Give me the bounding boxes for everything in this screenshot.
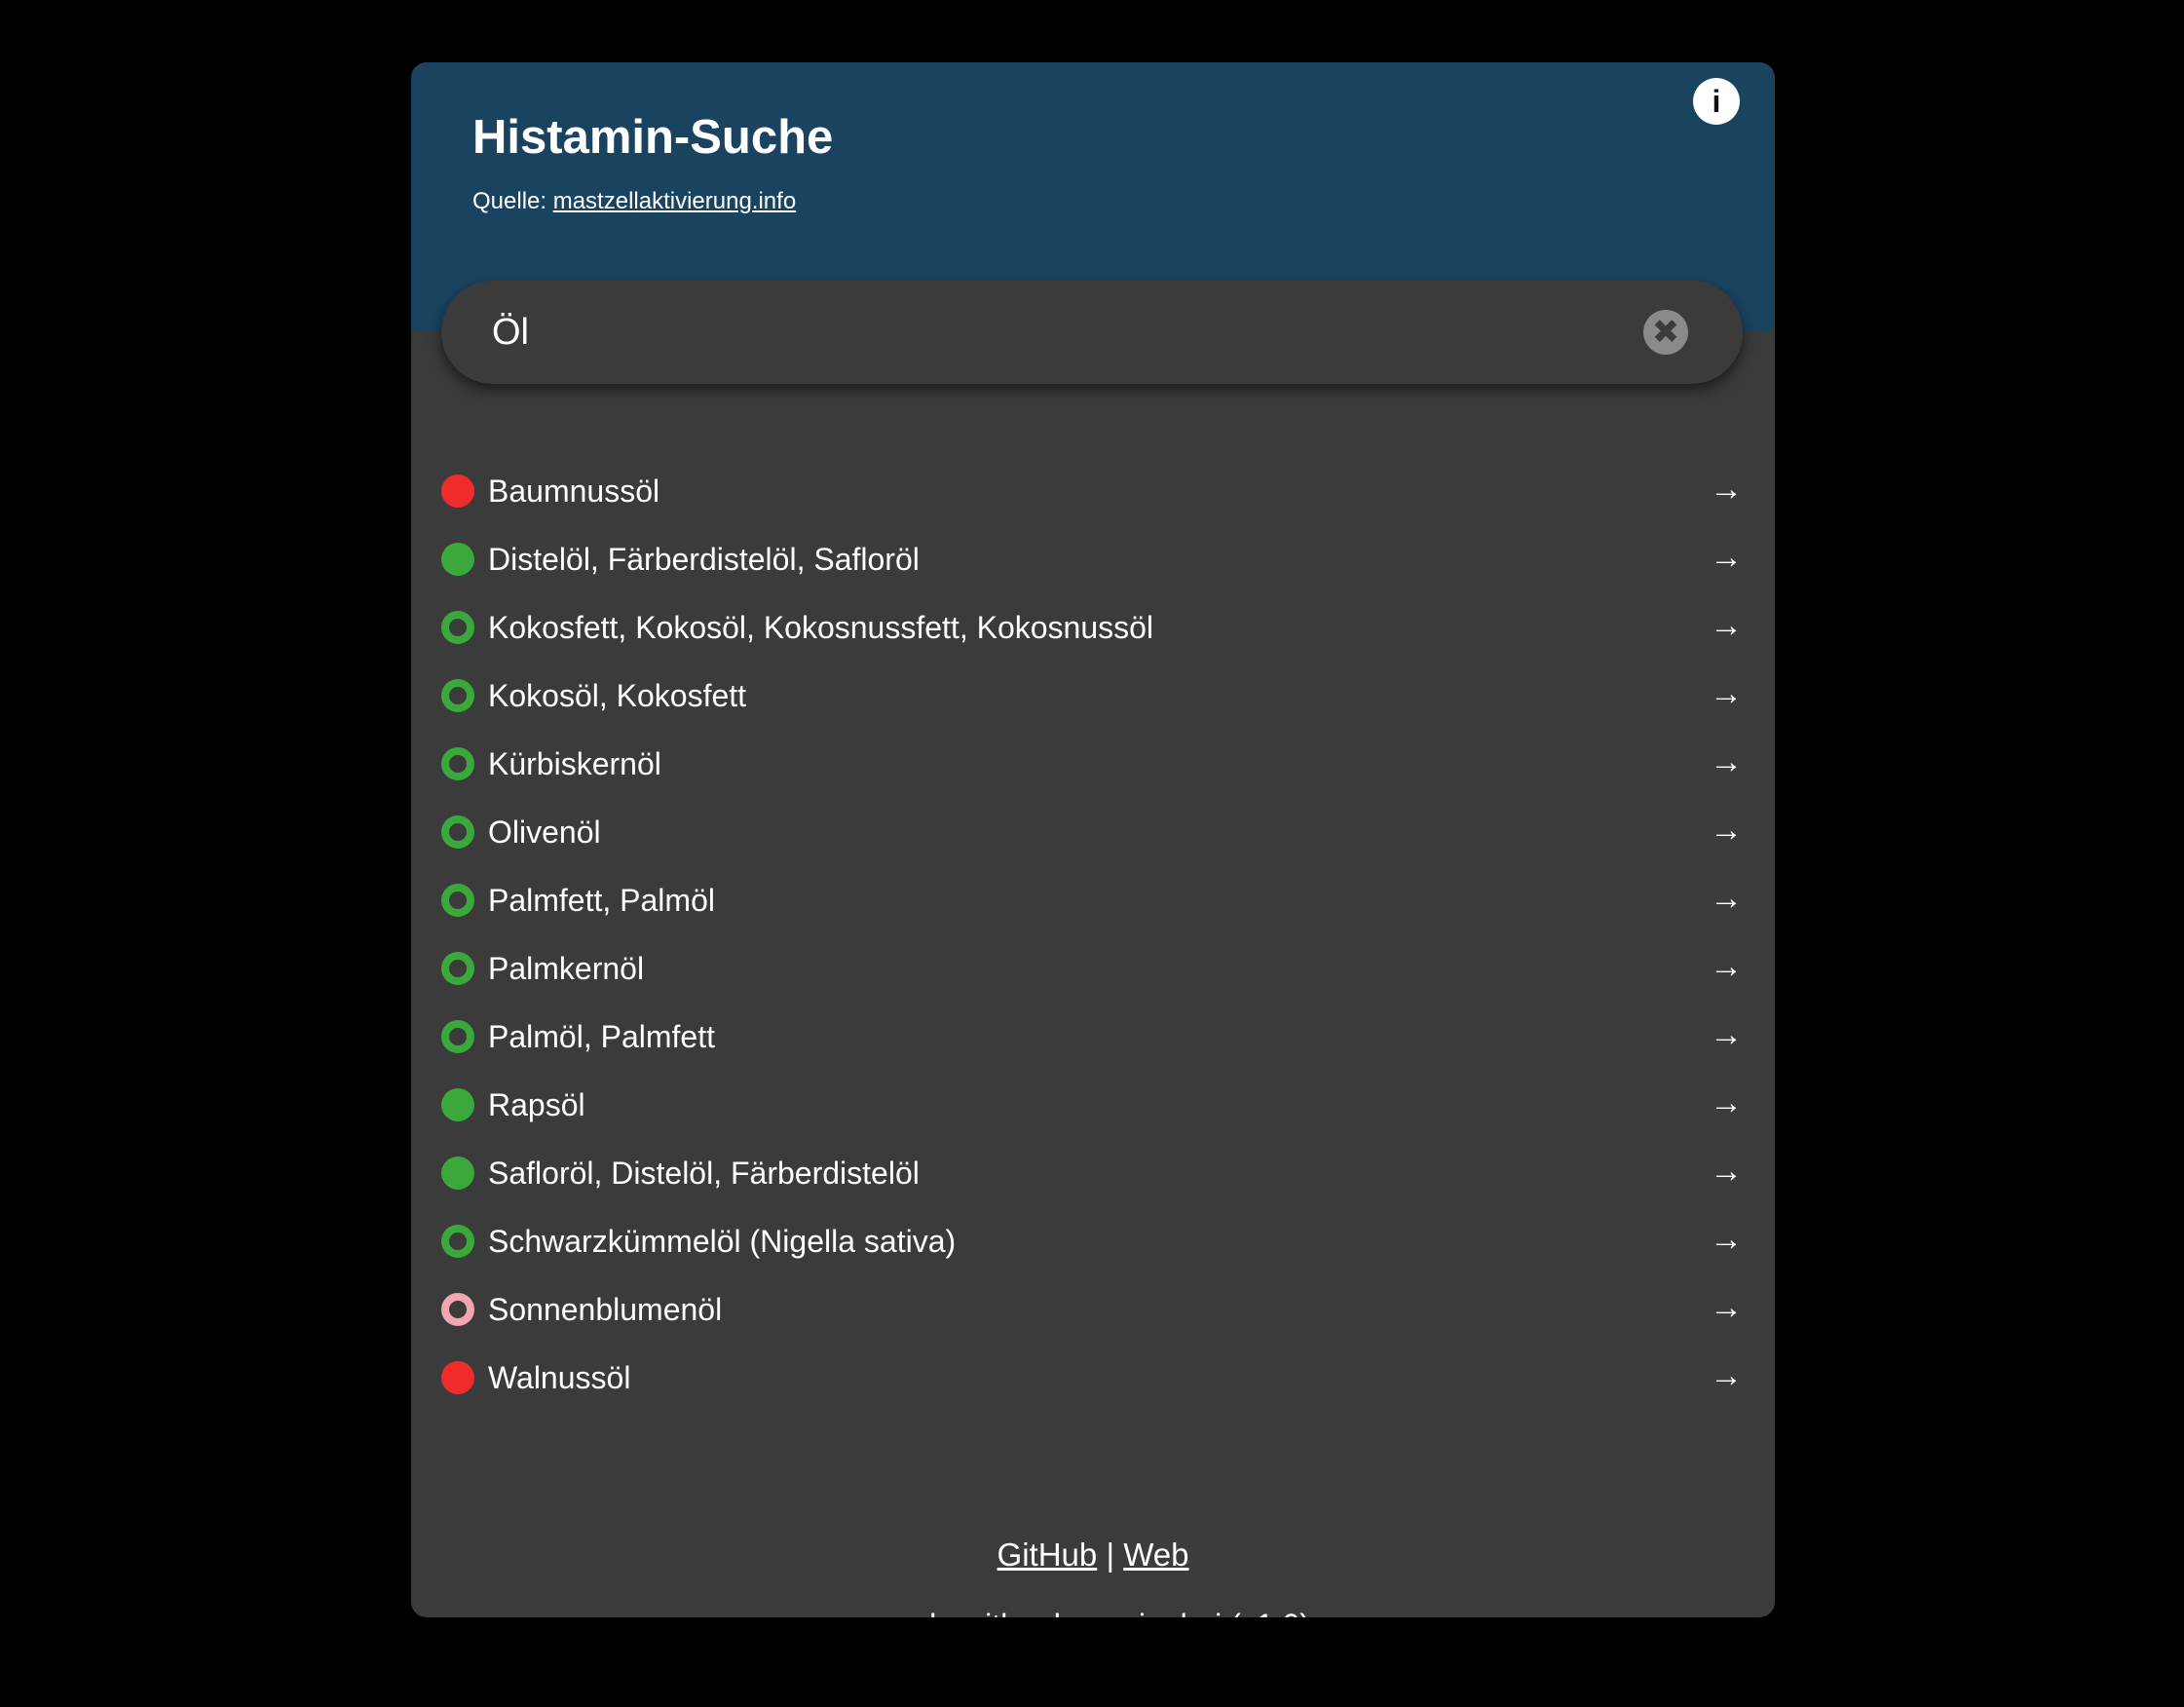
- status-dot-icon: [441, 1157, 474, 1190]
- result-label: Kokosfett, Kokosöl, Kokosnussfett, Kokos…: [488, 610, 1154, 645]
- arrow-right-icon[interactable]: →: [1710, 1004, 1743, 1066]
- source-prefix: Quelle:: [472, 188, 547, 214]
- arrow-right-icon[interactable]: →: [1710, 935, 1743, 998]
- footer-links: GitHub | Web: [411, 1532, 1775, 1578]
- arrow-right-icon[interactable]: →: [1710, 594, 1743, 657]
- result-row[interactable]: Walnussöl →: [441, 1345, 1743, 1413]
- arrow-right-icon[interactable]: →: [1710, 1345, 1743, 1407]
- app-card: Histamin-Suche Quelle: mastzellaktivieru…: [411, 62, 1775, 1617]
- arrow-right-icon[interactable]: →: [1710, 731, 1743, 793]
- arrow-right-icon[interactable]: →: [1710, 1276, 1743, 1339]
- status-dot-icon: [441, 1020, 474, 1053]
- credit-line: made with ♥ by moinahoi (v1.0): [411, 1602, 1775, 1617]
- status-dot-icon: [441, 952, 474, 985]
- github-link[interactable]: GitHub: [998, 1536, 1098, 1573]
- search-bar: ✖: [441, 281, 1743, 384]
- result-row[interactable]: Schwarzkümmelöl (Nigella sativa) →: [441, 1208, 1743, 1276]
- clear-search-icon[interactable]: ✖: [1643, 310, 1688, 355]
- result-label: Kokosöl, Kokosfett: [488, 678, 747, 713]
- status-dot-icon: [441, 1088, 474, 1121]
- status-dot-icon: [441, 1293, 474, 1326]
- heart-icon: ♥: [1027, 1608, 1045, 1617]
- arrow-right-icon[interactable]: →: [1710, 1140, 1743, 1202]
- result-row[interactable]: Safloröl, Distelöl, Färberdistelöl →: [441, 1140, 1743, 1208]
- status-dot-icon: [441, 543, 474, 576]
- arrow-right-icon[interactable]: →: [1710, 1072, 1743, 1134]
- result-row[interactable]: Kokosöl, Kokosfett →: [441, 663, 1743, 731]
- result-row[interactable]: Kokosfett, Kokosöl, Kokosnussfett, Kokos…: [441, 594, 1743, 663]
- result-label: Kürbiskernöl: [488, 746, 661, 781]
- info-button[interactable]: i: [1693, 78, 1740, 125]
- result-label: Distelöl, Färberdistelöl, Safloröl: [488, 542, 920, 577]
- result-label: Baumnussöl: [488, 474, 660, 509]
- link-separator: |: [1106, 1536, 1115, 1573]
- arrow-right-icon[interactable]: →: [1710, 1208, 1743, 1271]
- status-dot-icon: [441, 884, 474, 917]
- result-row[interactable]: Palmfett, Palmöl →: [441, 867, 1743, 935]
- web-link[interactable]: Web: [1123, 1536, 1188, 1573]
- result-row[interactable]: Rapsöl →: [441, 1072, 1743, 1140]
- credit-prefix: made with: [876, 1608, 1018, 1617]
- status-dot-icon: [441, 611, 474, 644]
- source-link[interactable]: mastzellaktivierung.info: [553, 188, 796, 214]
- result-label: Palmfett, Palmöl: [488, 883, 715, 918]
- result-label: Olivenöl: [488, 815, 601, 850]
- result-label: Sonnenblumenöl: [488, 1292, 723, 1327]
- result-row[interactable]: Kürbiskernöl →: [441, 731, 1743, 799]
- result-label: Walnussöl: [488, 1360, 631, 1395]
- source-line: Quelle: mastzellaktivierung.info: [472, 185, 796, 218]
- status-dot-icon: [441, 679, 474, 712]
- page-title: Histamin-Suche: [472, 111, 834, 164]
- status-dot-icon: [441, 747, 474, 780]
- result-label: Palmkernöl: [488, 951, 645, 986]
- status-dot-icon: [441, 474, 474, 508]
- status-dot-icon: [441, 1225, 474, 1258]
- result-row[interactable]: Palmöl, Palmfett →: [441, 1004, 1743, 1072]
- result-row[interactable]: Palmkernöl →: [441, 935, 1743, 1004]
- arrow-right-icon[interactable]: →: [1710, 799, 1743, 861]
- result-label: Rapsöl: [488, 1087, 585, 1122]
- results-list: Baumnussöl → Distelöl, Färberdistelöl, Sa…: [441, 458, 1743, 1413]
- arrow-right-icon[interactable]: →: [1710, 867, 1743, 929]
- status-dot-icon: [441, 1361, 474, 1394]
- search-input[interactable]: [492, 281, 1641, 384]
- result-row[interactable]: Olivenöl →: [441, 799, 1743, 867]
- arrow-right-icon[interactable]: →: [1710, 663, 1743, 725]
- result-label: Safloröl, Distelöl, Färberdistelöl: [488, 1156, 920, 1191]
- result-label: Schwarzkümmelöl (Nigella sativa): [488, 1224, 957, 1259]
- result-label: Palmöl, Palmfett: [488, 1019, 715, 1054]
- result-row[interactable]: Sonnenblumenöl →: [441, 1276, 1743, 1345]
- arrow-right-icon[interactable]: →: [1710, 526, 1743, 588]
- credit-suffix: by moinahoi (v1.0): [1054, 1608, 1310, 1617]
- result-row[interactable]: Distelöl, Färberdistelöl, Safloröl →: [441, 526, 1743, 594]
- result-row[interactable]: Baumnussöl →: [441, 458, 1743, 526]
- status-dot-icon: [441, 816, 474, 849]
- arrow-right-icon[interactable]: →: [1710, 458, 1743, 520]
